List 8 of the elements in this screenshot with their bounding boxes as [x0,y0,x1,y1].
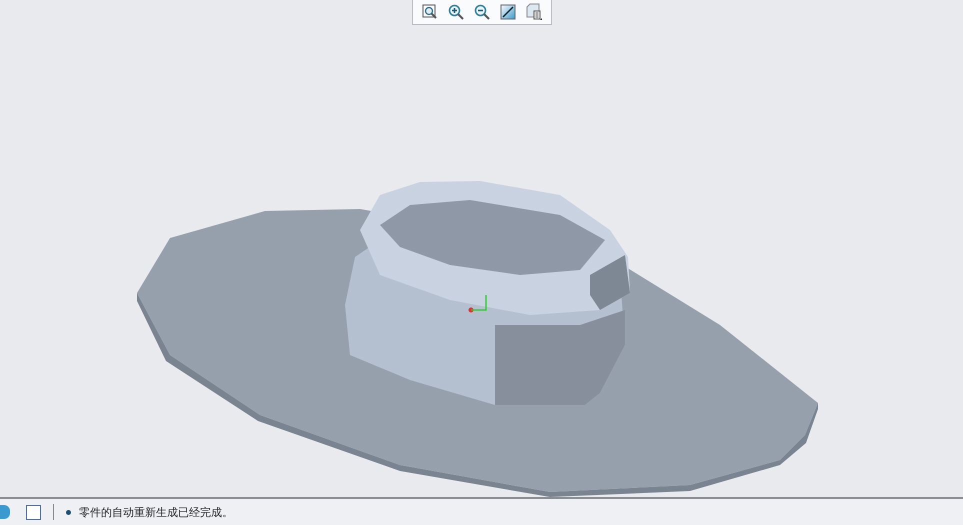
window-toggle-icon[interactable] [26,504,41,520]
magnifier-icon [422,4,438,20]
status-message: 零件的自动重新生成已经完成。 [79,504,233,520]
diagonal-square-icon [500,4,516,20]
zoom-in-icon [448,4,464,20]
message-bullet-icon [66,510,71,514]
zoom-out-icon [474,4,490,20]
cube-list-icon [524,3,542,21]
